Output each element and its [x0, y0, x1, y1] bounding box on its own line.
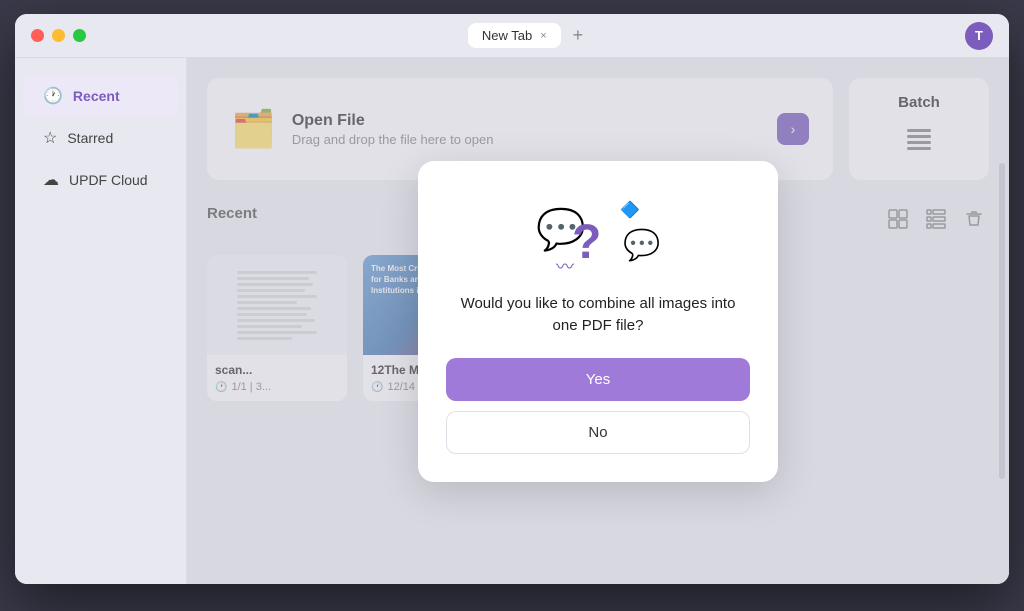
yes-button[interactable]: Yes [446, 358, 750, 401]
tab-bar: New Tab × + [98, 23, 953, 48]
sidebar-item-cloud-label: UPDF Cloud [69, 172, 148, 188]
new-tab[interactable]: New Tab × [468, 23, 561, 48]
dialog-illustration: 💬 💬 🔷 〰 ? [528, 193, 668, 273]
maximize-window-button[interactable] [73, 29, 86, 42]
dialog-message: Would you like to combine all images int… [446, 293, 750, 338]
svg-text:💬: 💬 [623, 227, 660, 262]
tab-title: New Tab [482, 28, 532, 43]
sidebar-item-updf-cloud[interactable]: ☁ UPDF Cloud [23, 160, 178, 200]
minimize-window-button[interactable] [52, 29, 65, 42]
star-icon: ☆ [43, 128, 57, 148]
sidebar: 🕐 Recent ☆ Starred ☁ UPDF Cloud [15, 58, 187, 584]
clock-icon: 🕐 [43, 86, 63, 106]
main-window: New Tab × + T 🕐 Recent ☆ Starred ☁ UPDF … [15, 14, 1009, 584]
main-content: 🕐 Recent ☆ Starred ☁ UPDF Cloud 🗂️ Open … [15, 58, 1009, 584]
add-tab-button[interactable]: + [573, 25, 584, 46]
sidebar-item-recent[interactable]: 🕐 Recent [23, 76, 178, 116]
close-tab-icon[interactable]: × [540, 30, 546, 42]
cloud-icon: ☁ [43, 170, 59, 190]
sidebar-item-starred-label: Starred [67, 130, 113, 146]
content-area: 🗂️ Open File Drag and drop the file here… [187, 58, 1009, 584]
dialog-buttons: Yes No [446, 358, 750, 454]
sidebar-item-recent-label: Recent [73, 88, 120, 104]
svg-text:🔷: 🔷 [620, 200, 640, 219]
close-window-button[interactable] [31, 29, 44, 42]
no-button[interactable]: No [446, 411, 750, 454]
dialog: 💬 💬 🔷 〰 ? Would you like to combine all … [418, 161, 778, 482]
svg-text:?: ? [572, 216, 601, 269]
avatar[interactable]: T [965, 22, 993, 50]
dialog-overlay: 💬 💬 🔷 〰 ? Would you like to combine all … [187, 58, 1009, 584]
titlebar: New Tab × + T [15, 14, 1009, 58]
sidebar-item-starred[interactable]: ☆ Starred [23, 118, 178, 158]
dialog-emoji-illustration: 💬 💬 🔷 〰 ? [528, 193, 668, 278]
traffic-lights [31, 29, 86, 42]
